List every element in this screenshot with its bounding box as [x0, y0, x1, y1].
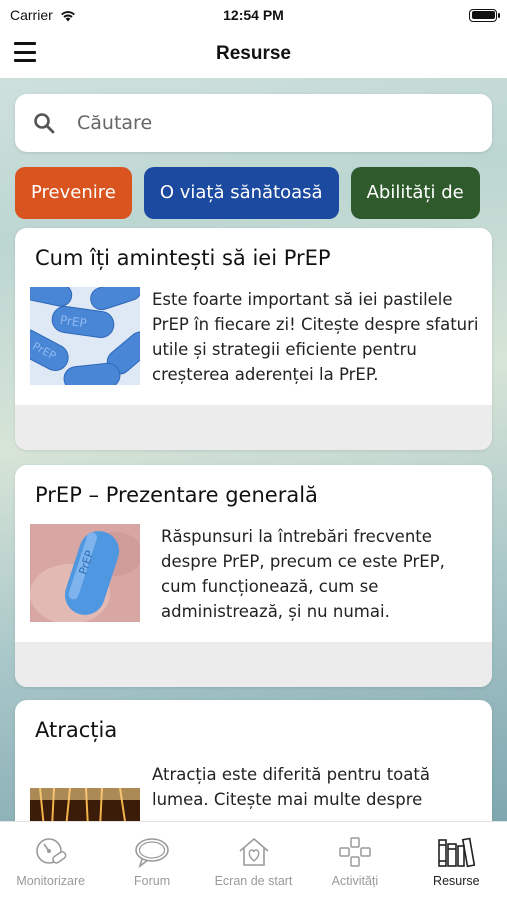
article-card[interactable]: Cum îți amintești să iei PrEP PrEP PrEP	[15, 228, 492, 450]
carrier-label: Carrier	[10, 7, 53, 23]
books-icon	[438, 837, 476, 868]
wifi-icon	[60, 10, 75, 21]
search-input[interactable]	[77, 112, 437, 134]
tab-label: Resurse	[433, 874, 480, 888]
tab-bar: Monitorizare Forum Ecran de start Activi…	[0, 821, 507, 900]
nav-bar: Resurse	[0, 30, 507, 78]
gamepad-icon	[339, 837, 371, 867]
search-bar[interactable]	[15, 94, 492, 152]
chip-prevenire[interactable]: Prevenire	[15, 167, 132, 219]
content-area[interactable]: PrevenireO viață sănătoasăAbilități de C…	[0, 78, 507, 821]
chip-viata-sanatoasa[interactable]: O viață sănătoasă	[143, 167, 339, 219]
category-chips[interactable]: Prevenire O viață sănătoasă Abilități de	[15, 167, 507, 221]
chip-abilitati[interactable]: Abilități de	[350, 167, 480, 219]
tab-label: Ecran de start	[214, 874, 293, 888]
home-heart-icon	[238, 837, 269, 866]
page-title: Resurse	[216, 43, 291, 64]
article-description: Atracția este diferită pentru toată lume…	[152, 765, 430, 809]
status-left: Carrier	[10, 7, 77, 23]
tab-forum[interactable]: Forum	[101, 822, 202, 900]
article-description: Este foarte important să iei pastilele P…	[152, 290, 479, 384]
sparkle-image	[30, 788, 140, 821]
prep-pill-in-hand-image: PrEP	[30, 524, 140, 622]
article-card[interactable]: PrEP – Prezentare generală PrEP Răspunsu…	[15, 465, 492, 687]
article-title: Cum îți amintești să iei PrEP	[35, 246, 331, 270]
chat-bubble-icon	[135, 838, 169, 868]
status-bar: Carrier 12:54 PM	[0, 0, 507, 30]
tab-activitati[interactable]: Activități	[304, 822, 405, 900]
tab-label: Forum	[134, 874, 171, 888]
battery-icon	[469, 8, 500, 22]
article-card[interactable]: Atracția Atracția este diferită pentru t…	[15, 700, 492, 821]
hamburger-menu-icon[interactable]	[14, 42, 36, 62]
monitor-icon	[35, 838, 67, 864]
card-footer	[15, 405, 492, 450]
prep-pills-image: PrEP PrEP	[30, 287, 140, 385]
tab-label: Activități	[331, 874, 379, 888]
article-title: PrEP – Prezentare generală	[35, 483, 318, 507]
article-description: Răspunsuri la întrebări frecvente despre…	[161, 527, 445, 621]
tab-resurse[interactable]: Resurse	[406, 822, 507, 900]
tab-label: Monitorizare	[16, 874, 86, 888]
card-footer	[15, 642, 492, 687]
tab-monitorizare[interactable]: Monitorizare	[0, 822, 101, 900]
search-icon	[34, 113, 55, 134]
tab-ecran-de-start[interactable]: Ecran de start	[203, 822, 304, 900]
article-title: Atracția	[35, 718, 118, 742]
